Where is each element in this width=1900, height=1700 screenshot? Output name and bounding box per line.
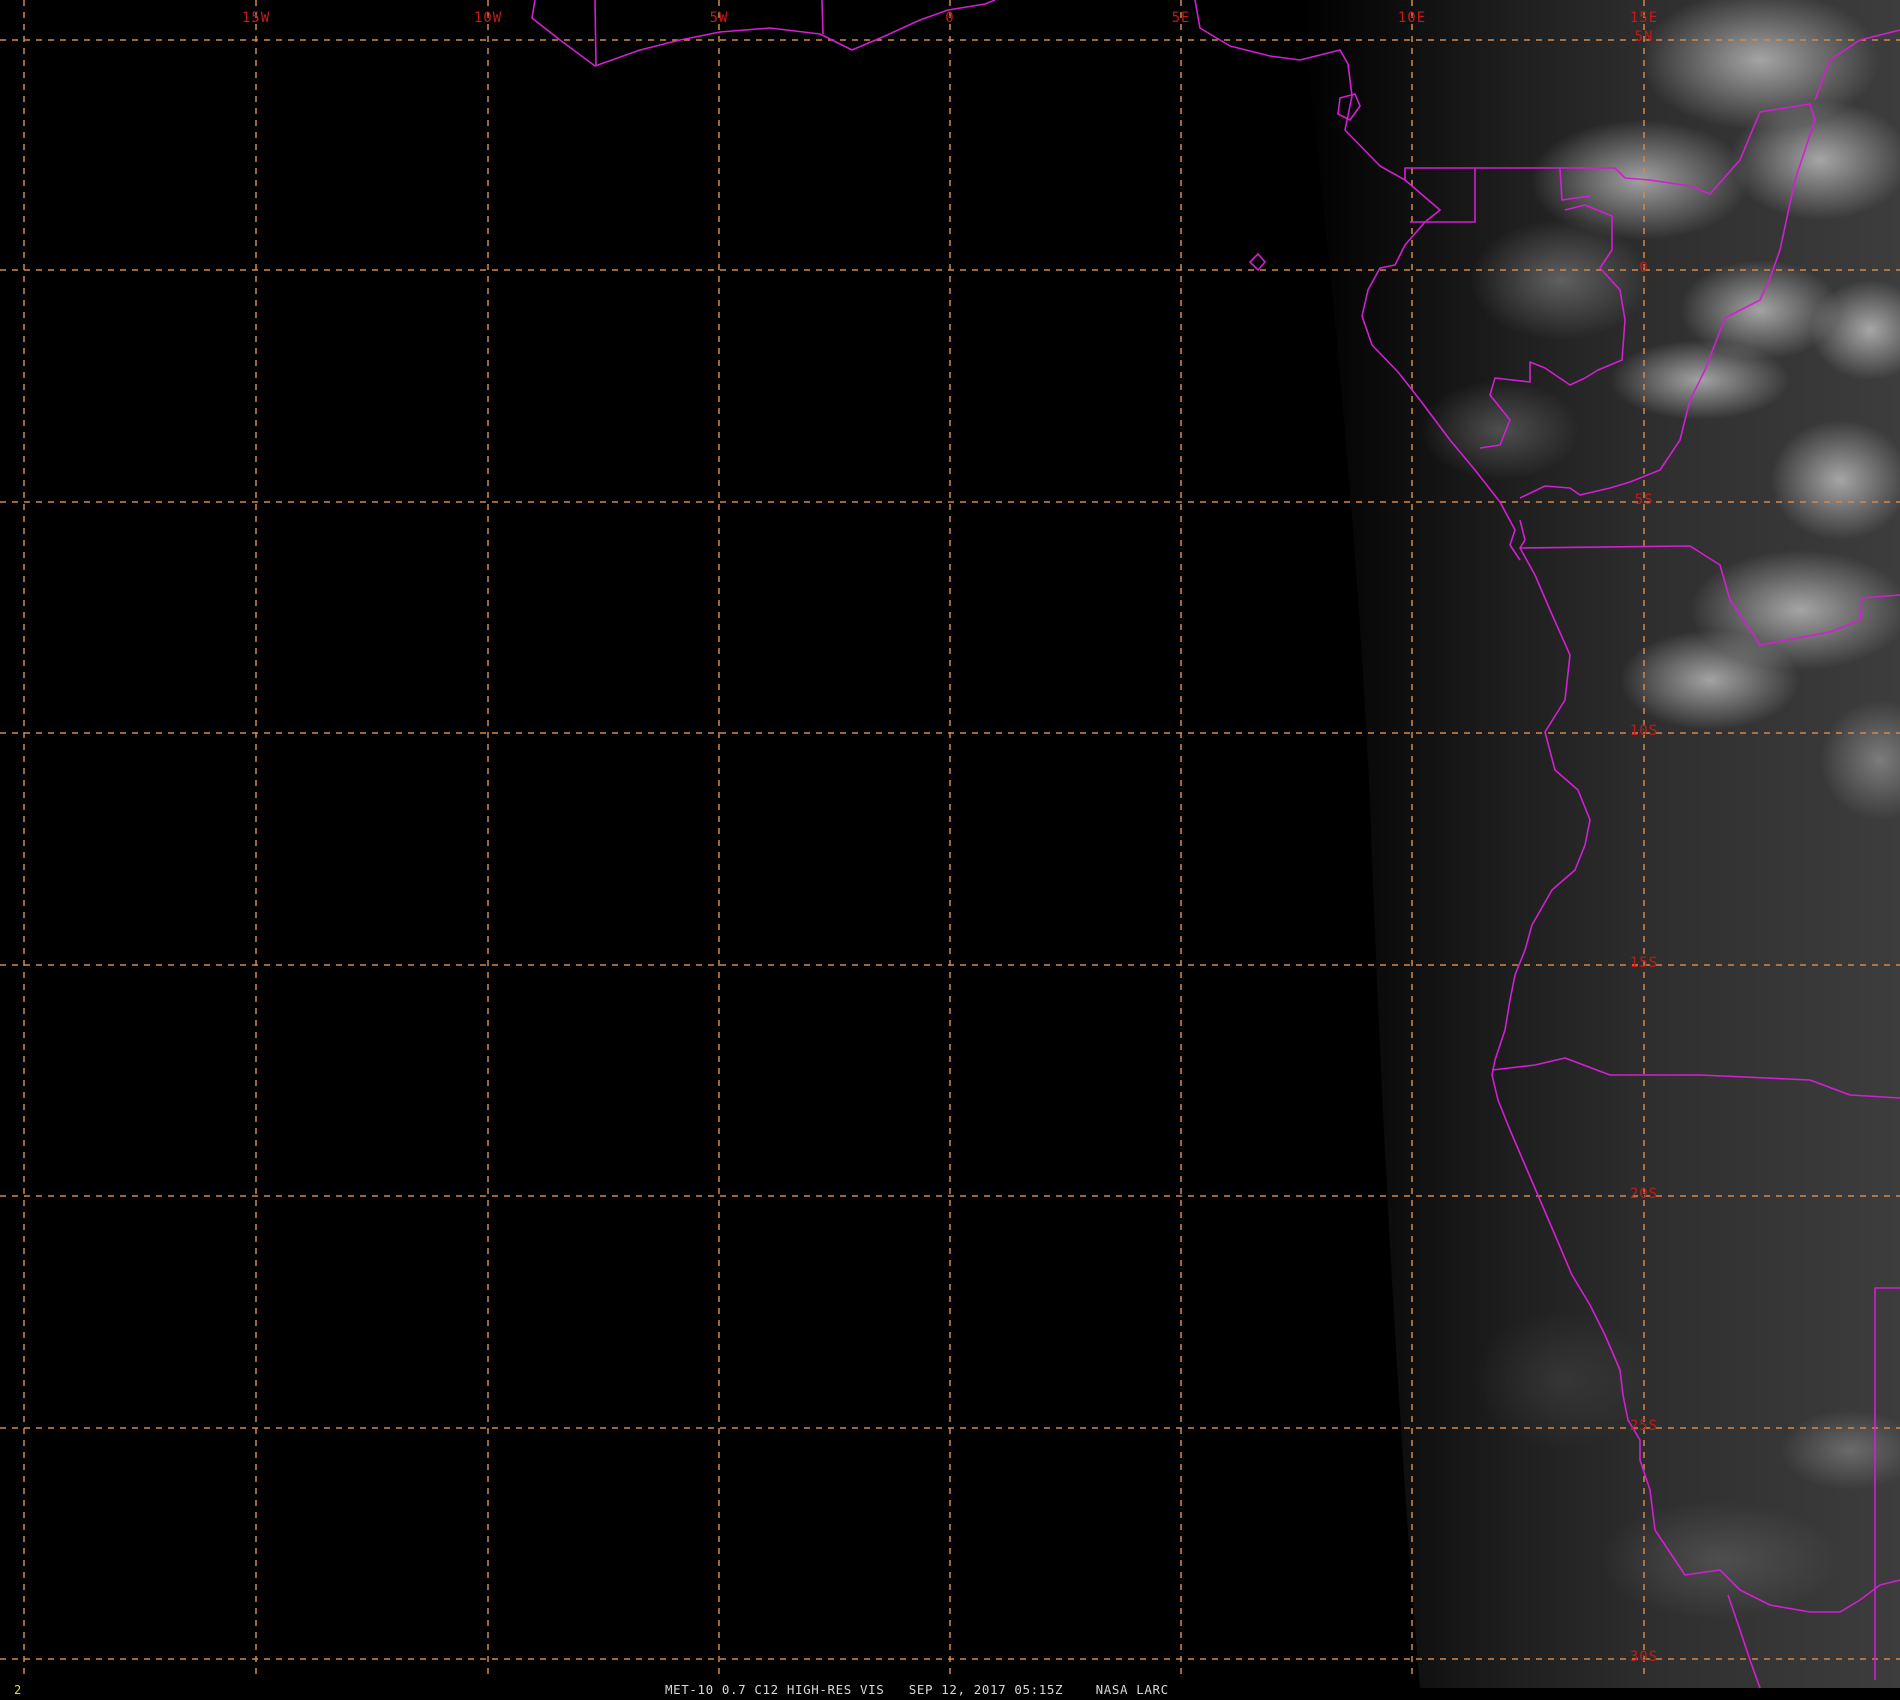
longitude-label: 15E — [1629, 10, 1659, 26]
latitude-label: 0 — [1639, 260, 1649, 276]
latitude-label: 30S — [1629, 1649, 1659, 1665]
longitude-label: 5W — [709, 10, 729, 26]
latitude-label: 15S — [1629, 955, 1659, 971]
longitude-label: 10E — [1397, 10, 1427, 26]
latitude-label: 5S — [1634, 492, 1654, 508]
latitude-label: 10S — [1629, 723, 1659, 739]
frame-number: 2 — [14, 1683, 22, 1697]
latitude-label: 20S — [1629, 1186, 1659, 1202]
satellite-image-viewer: 15W 10W 5W 0 5E 10E 15E 5N 0 5S 10S 15S … — [0, 0, 1900, 1700]
longitude-label: 5E — [1171, 10, 1191, 26]
daylight-region — [1300, 0, 1900, 1688]
longitude-label: 15W — [241, 10, 271, 26]
latitude-label: 25S — [1629, 1418, 1659, 1434]
longitude-label: 0 — [945, 10, 955, 26]
longitude-label: 10W — [473, 10, 503, 26]
image-caption: MET-10 0.7 C12 HIGH-RES VIS SEP 12, 2017… — [665, 1682, 1169, 1697]
latitude-label: 5N — [1634, 29, 1654, 45]
satellite-map — [0, 0, 1900, 1689]
